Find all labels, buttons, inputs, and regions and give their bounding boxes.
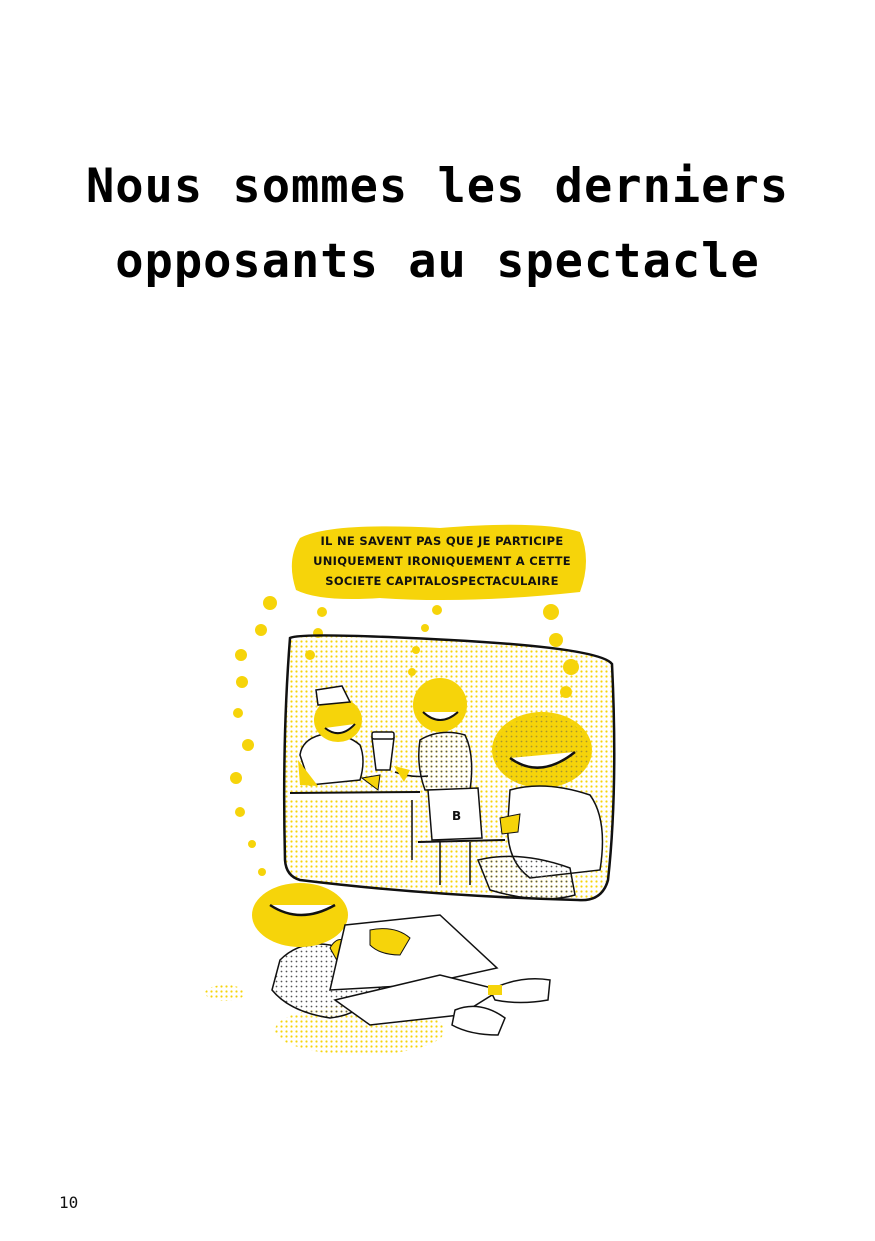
coffee-cup xyxy=(371,731,395,771)
speech-bubble-line: UNIQUEMENT IRONIQUEMENT A CETTE xyxy=(313,554,571,568)
laptop-logo: B xyxy=(452,809,461,823)
title-line-1: Nous sommes les derniers xyxy=(85,159,790,215)
speech-bubble-line: IL NE SAVENT PAS QUE JE PARTICIPE xyxy=(320,534,564,548)
reclining-figure xyxy=(205,883,551,1055)
speech-bubble-line: SOCIETE CAPITALOSPECTACULAIRE xyxy=(325,574,559,588)
speech-bubble-text: IL NE SAVENT PAS QUE JE PARTICIPE UNIQUE… xyxy=(292,531,592,591)
title-line-2: opposants au spectacle xyxy=(115,234,760,290)
page-number: 10 xyxy=(59,1193,79,1212)
page-title: Nous sommes les derniers opposants au sp… xyxy=(0,149,875,299)
comic-illustration: B xyxy=(205,524,616,1055)
